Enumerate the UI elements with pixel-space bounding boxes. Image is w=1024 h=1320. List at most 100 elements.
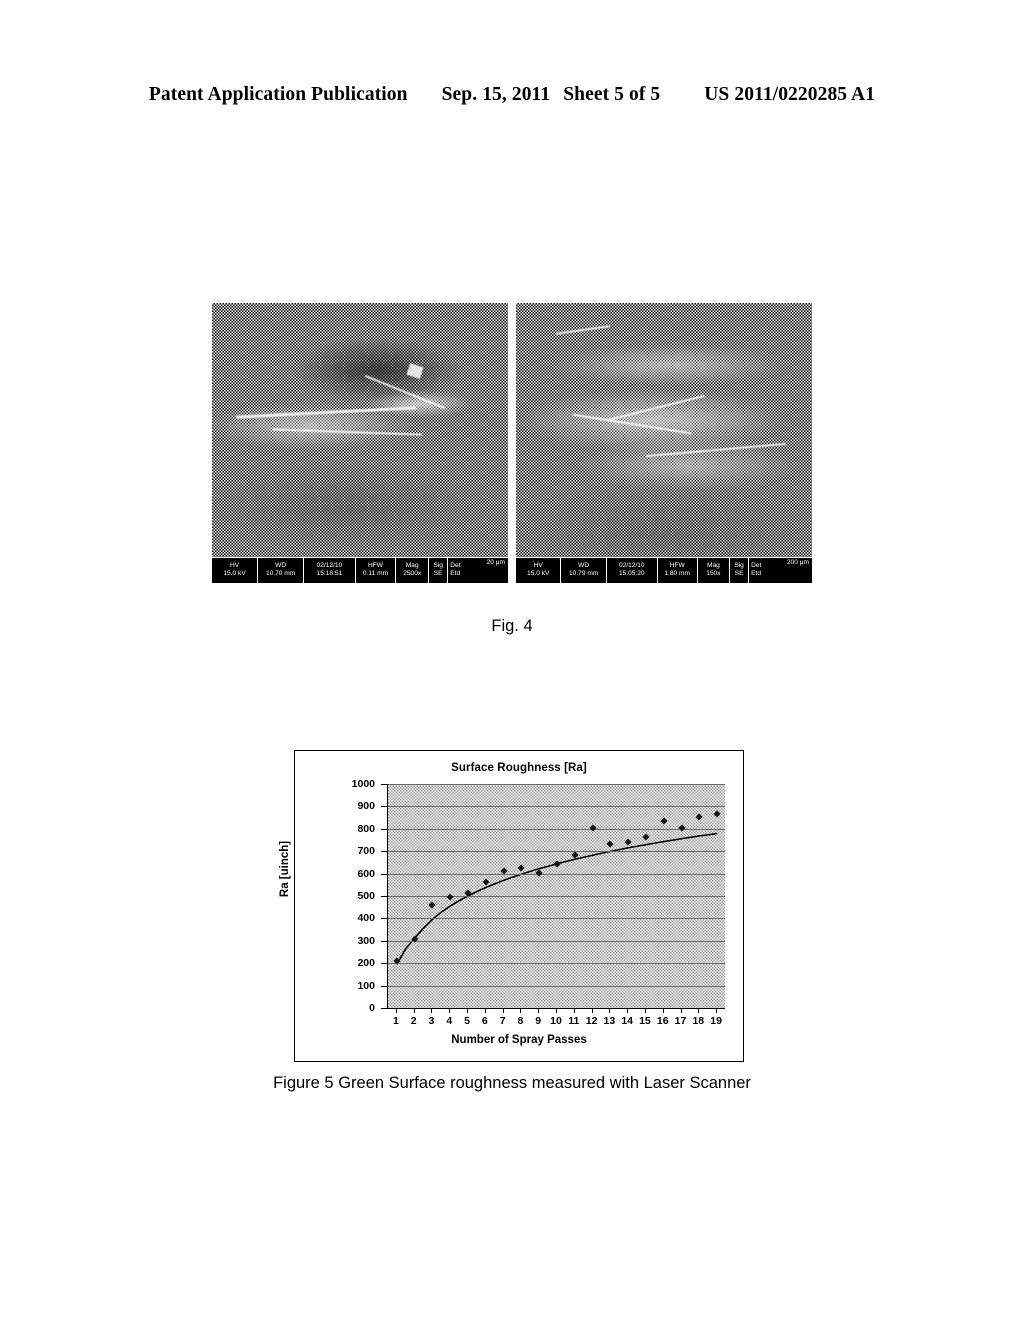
databar-scalebar-left: 20 µm — [484, 558, 508, 583]
chart-x-tick-label: 5 — [464, 1015, 470, 1027]
chart-gridline — [388, 784, 725, 785]
chart-data-point — [642, 833, 650, 841]
databar-sig-value: SE — [433, 570, 443, 577]
databar-hfw-cell: HFW 1.80 mm — [658, 558, 698, 583]
chart-data-point — [695, 813, 703, 821]
chart-data-point — [535, 869, 543, 877]
chart-x-tick-mark — [591, 1008, 593, 1013]
databar-sig-value: SE — [734, 570, 744, 577]
header-publication-label: Patent Application Publication — [148, 84, 408, 105]
chart-x-tick-mark — [502, 1008, 504, 1013]
chart-x-tick-mark — [449, 1008, 451, 1013]
figure-4-sem-panel: HV 15.0 kV WD 10.70 mm 02/12/10 15:18:51… — [212, 303, 812, 583]
sem-image-right — [516, 303, 812, 583]
chart-y-tick-mark — [381, 851, 388, 853]
chart-x-tick-mark — [484, 1008, 486, 1013]
chart-data-point — [606, 840, 614, 848]
chart-data-point — [713, 810, 721, 818]
chart-x-axis-title: Number of Spray Passes — [451, 1034, 587, 1046]
chart-x-tick-label: 13 — [603, 1015, 616, 1027]
databar-hv-cell: HV 15.0 kV — [212, 558, 259, 583]
chart-x-tick-mark — [413, 1008, 415, 1013]
scalebar-value: 20 µm — [486, 559, 505, 566]
chart-x-tick-mark — [395, 1008, 397, 1013]
databar-scalebar-right: 200 µm — [784, 558, 812, 583]
chart-gridline — [388, 940, 725, 942]
chart-x-tick-mark — [644, 1008, 646, 1013]
chart-gridline — [388, 985, 725, 987]
sem-micrograph-left: HV 15.0 kV WD 10.70 mm 02/12/10 15:18:51… — [212, 303, 508, 583]
chart-y-tick-label: 1000 — [351, 778, 375, 790]
chart-y-axis-title: Ra [uinch] — [279, 840, 291, 898]
databar-det-cell: Det Etd — [448, 558, 483, 583]
chart-x-tick-mark — [698, 1008, 700, 1013]
chart-data-point — [589, 824, 597, 832]
chart-y-tick-mark — [381, 896, 388, 897]
chart-x-tick-label: 3 — [428, 1015, 435, 1027]
chart-title: Surface Roughness [Ra] — [451, 762, 587, 774]
scalebar-row: 200 µm — [785, 559, 811, 567]
sem-image-left — [212, 303, 508, 583]
sem-databar-left: HV 15.0 kV WD 10.70 mm 02/12/10 15:18:51… — [212, 557, 508, 583]
chart-x-tick-label: 14 — [621, 1015, 633, 1027]
chart-x-tick-label: 19 — [710, 1015, 722, 1027]
databar-hv-value: 15.0 kV — [527, 570, 550, 577]
databar-mag-cell: Mag 2500x — [396, 558, 430, 583]
databar-wd-cell: WD 10.79 mm — [561, 558, 607, 583]
chart-data-point — [677, 824, 686, 832]
chart-gridline — [388, 896, 725, 897]
databar-wd-value: 10.70 mm — [265, 570, 296, 577]
chart-y-tick-mark — [381, 806, 388, 808]
sem-micrograph-right: HV 15.0 kV WD 10.79 mm 02/12/10 15:05:20… — [516, 303, 812, 583]
chart-x-tick-label: 4 — [446, 1015, 453, 1027]
databar-wd-value: 10.79 mm — [569, 570, 599, 577]
chart-y-tick-label: 100 — [357, 979, 375, 992]
chart-gridline — [388, 963, 725, 965]
databar-det-value: Etd — [450, 570, 461, 577]
figure-4-caption: Fig. 4 — [491, 617, 533, 635]
chart-x-tick-mark — [556, 1008, 557, 1013]
databar-date-cell: 02/12/10 15:05:20 — [607, 558, 658, 583]
header-publication-number: US 2011/0220285 A1 — [704, 84, 876, 105]
databar-wd-cell: WD 10.70 mm — [258, 558, 305, 583]
chart-y-tick-mark — [381, 985, 388, 987]
databar-mag-cell: Mag 150x — [698, 558, 731, 583]
header-sheet-number: Sheet 5 of 5 — [563, 84, 661, 105]
chart-gridline — [388, 828, 725, 830]
databar-hfw-value: 0.11 mm — [362, 570, 389, 577]
figure-5-chart-frame: Surface Roughness [Ra] Ra [uinch] Number… — [279, 750, 744, 1062]
chart-x-tick-mark — [662, 1008, 664, 1013]
chart-x-tick-label: 17 — [674, 1015, 687, 1027]
chart-x-tick-label: 11 — [568, 1015, 580, 1027]
chart-x-tick-label: 2 — [410, 1015, 417, 1027]
chart-x-tick-label: 12 — [585, 1015, 598, 1027]
page-header: Patent Application Publication Sep. 15, … — [0, 84, 1024, 106]
chart-y-tick-label: 700 — [357, 845, 375, 858]
chart-x-tick-label: 10 — [550, 1015, 562, 1027]
chart-data-point — [553, 859, 561, 868]
chart-x-tick-label: 7 — [499, 1015, 506, 1027]
chart-x-tick-mark — [627, 1008, 629, 1013]
sem-databar-right: HV 15.0 kV WD 10.79 mm 02/12/10 15:05:20… — [516, 557, 812, 583]
chart-data-point — [517, 864, 525, 872]
figure-5-caption: Figure 5 Green Surface roughness measure… — [273, 1074, 751, 1092]
chart-x-tick-mark — [573, 1008, 575, 1013]
chart-y-tick-mark — [381, 963, 388, 965]
chart-x-tick-mark — [538, 1008, 540, 1013]
databar-time-value: 15:18:51 — [316, 570, 343, 577]
chart-data-point — [482, 878, 490, 886]
chart-data-point — [446, 893, 454, 901]
chart-x-tick-label: 15 — [639, 1015, 651, 1027]
chart-x-tick-label: 1 — [392, 1015, 399, 1027]
chart-x-tick-label: 16 — [656, 1015, 669, 1027]
databar-hv-value: 15.0 kV — [223, 570, 246, 577]
chart-x-tick-mark — [520, 1008, 522, 1013]
chart-y-tick-label: 600 — [357, 867, 375, 880]
chart-gridline — [388, 873, 725, 875]
chart-y-tick-label: 200 — [357, 957, 375, 970]
chart-x-tick-mark — [609, 1008, 611, 1013]
chart-y-tick-mark — [381, 828, 388, 830]
chart-x-tick-mark — [680, 1008, 682, 1013]
chart-x-tick-label: 8 — [517, 1015, 524, 1027]
chart-y-tick-label: 800 — [357, 822, 375, 835]
